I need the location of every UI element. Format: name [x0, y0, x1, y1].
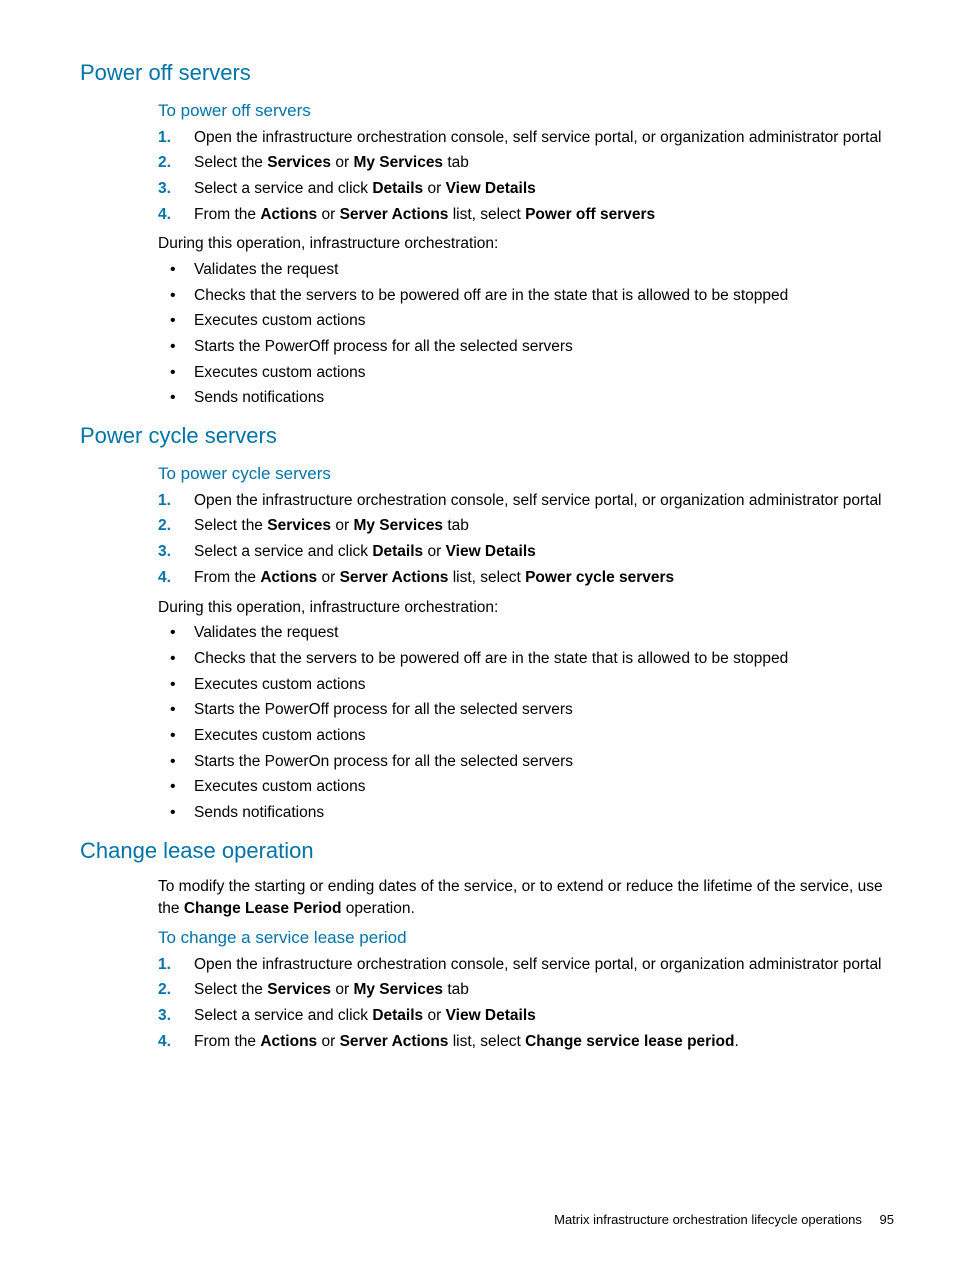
list-item: Executes custom actions [194, 362, 894, 384]
step-text: Select the [194, 154, 267, 171]
step-bold: Services [267, 154, 331, 171]
step-bold: Services [267, 517, 331, 534]
footer-text: Matrix infrastructure orchestration life… [554, 1212, 862, 1227]
subheading-to-power-cycle-servers: To power cycle servers [158, 462, 894, 486]
intro-text: operation. [342, 900, 415, 917]
step-bold: Server Actions [340, 1033, 449, 1050]
step-text: or [331, 154, 353, 171]
step-item: Open the infrastructure orchestration co… [194, 954, 894, 976]
step-bold: Change service lease period [525, 1033, 734, 1050]
subheading-to-power-off-servers: To power off servers [158, 99, 894, 123]
step-text: or [331, 517, 353, 534]
list-item: Sends notifications [194, 802, 894, 824]
step-text: Select a service and click [194, 180, 372, 197]
step-item: Select a service and click Details or Vi… [194, 541, 894, 563]
list-item: Executes custom actions [194, 725, 894, 747]
list-item: Checks that the servers to be powered of… [194, 285, 894, 307]
page-number: 95 [880, 1212, 894, 1227]
step-text: From the [194, 206, 260, 223]
list-item: Executes custom actions [194, 776, 894, 798]
step-bold: Actions [260, 1033, 317, 1050]
step-text: or [423, 543, 445, 560]
step-text: From the [194, 569, 260, 586]
heading-power-off-servers: Power off servers [80, 58, 894, 89]
step-bold: Power off servers [525, 206, 655, 223]
step-text: Select the [194, 517, 267, 534]
step-bold: Details [372, 543, 423, 560]
heading-change-lease-operation: Change lease operation [80, 836, 894, 867]
bullet-list-power-cycle: Validates the request Checks that the se… [158, 622, 894, 824]
step-text: . [734, 1033, 738, 1050]
step-item: From the Actions or Server Actions list,… [194, 1031, 894, 1053]
list-item: Validates the request [194, 259, 894, 281]
list-item: Executes custom actions [194, 674, 894, 696]
step-bold: Server Actions [340, 569, 449, 586]
step-text: or [423, 1007, 445, 1024]
step-bold: Details [372, 1007, 423, 1024]
steps-change-lease: Open the infrastructure orchestration co… [158, 954, 894, 1053]
list-item: Executes custom actions [194, 310, 894, 332]
step-item: From the Actions or Server Actions list,… [194, 567, 894, 589]
list-item: Validates the request [194, 622, 894, 644]
subheading-to-change-lease: To change a service lease period [158, 926, 894, 950]
intro-bold: Change Lease Period [184, 900, 342, 917]
step-bold: My Services [353, 981, 443, 998]
step-item: Select a service and click Details or Vi… [194, 1005, 894, 1027]
step-bold: Actions [260, 569, 317, 586]
list-item: Sends notifications [194, 387, 894, 409]
step-text: or [423, 180, 445, 197]
bullet-list-power-off: Validates the request Checks that the se… [158, 259, 894, 409]
step-text: From the [194, 1033, 260, 1050]
step-item: Select the Services or My Services tab [194, 979, 894, 1001]
step-text: tab [443, 981, 469, 998]
step-text: or [317, 569, 339, 586]
step-item: Open the infrastructure orchestration co… [194, 127, 894, 149]
step-text: Open the infrastructure orchestration co… [194, 492, 882, 509]
step-text: or [331, 981, 353, 998]
step-text: Open the infrastructure orchestration co… [194, 129, 882, 146]
step-bold: Details [372, 180, 423, 197]
step-item: From the Actions or Server Actions list,… [194, 204, 894, 226]
step-bold: Actions [260, 206, 317, 223]
step-bold: Server Actions [340, 206, 449, 223]
step-text: tab [443, 154, 469, 171]
step-bold: View Details [446, 543, 536, 560]
step-bold: View Details [446, 180, 536, 197]
step-text: list, select [448, 569, 525, 586]
steps-power-off: Open the infrastructure orchestration co… [158, 127, 894, 226]
step-text: or [317, 1033, 339, 1050]
list-item: Starts the PowerOn process for all the s… [194, 751, 894, 773]
step-item: Select the Services or My Services tab [194, 152, 894, 174]
step-item: Open the infrastructure orchestration co… [194, 490, 894, 512]
heading-power-cycle-servers: Power cycle servers [80, 421, 894, 452]
lead-paragraph: During this operation, infrastructure or… [158, 597, 894, 619]
step-text: Select a service and click [194, 543, 372, 560]
step-text: Select the [194, 981, 267, 998]
page-footer: Matrix infrastructure orchestration life… [554, 1211, 894, 1229]
step-text: Open the infrastructure orchestration co… [194, 956, 882, 973]
step-bold: Services [267, 981, 331, 998]
step-bold: My Services [353, 517, 443, 534]
step-text: or [317, 206, 339, 223]
steps-power-cycle: Open the infrastructure orchestration co… [158, 490, 894, 589]
step-text: Select a service and click [194, 1007, 372, 1024]
step-bold: My Services [353, 154, 443, 171]
step-bold: Power cycle servers [525, 569, 674, 586]
step-text: list, select [448, 1033, 525, 1050]
step-item: Select the Services or My Services tab [194, 515, 894, 537]
step-item: Select a service and click Details or Vi… [194, 178, 894, 200]
list-item: Starts the PowerOff process for all the … [194, 699, 894, 721]
lead-paragraph: During this operation, infrastructure or… [158, 233, 894, 255]
document-page: Power off servers To power off servers O… [0, 0, 954, 1271]
step-text: tab [443, 517, 469, 534]
intro-paragraph: To modify the starting or ending dates o… [158, 876, 894, 919]
step-text: list, select [448, 206, 525, 223]
list-item: Starts the PowerOff process for all the … [194, 336, 894, 358]
list-item: Checks that the servers to be powered of… [194, 648, 894, 670]
step-bold: View Details [446, 1007, 536, 1024]
